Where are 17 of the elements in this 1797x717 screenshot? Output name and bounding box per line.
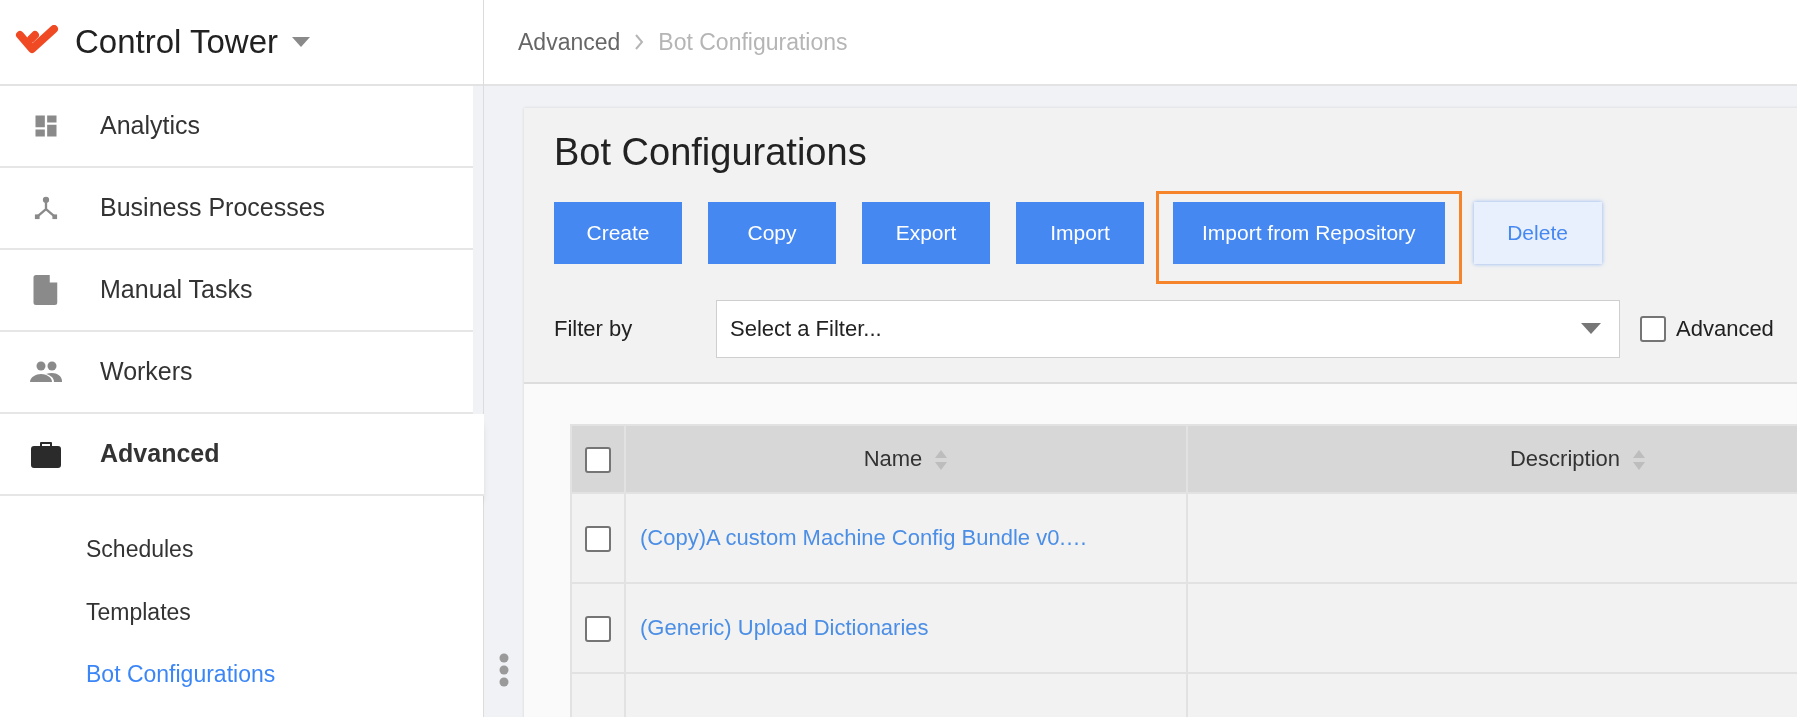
sidebar-item[interactable]: Advanced [0,414,484,496]
sidebar-item[interactable]: Manual Tasks [0,250,473,332]
sidebar-subitem[interactable]: Schedules [0,518,483,581]
advanced-label: Advanced [1676,315,1774,344]
sidebar-subitem[interactable]: Templates [0,580,483,643]
breadcrumb-item[interactable]: Advanced [518,24,621,60]
app-title: Control Tower [75,22,278,63]
sidebar-subitem[interactable]: Bot Configurations [0,643,483,706]
sidebar-item[interactable]: Workers [0,332,473,414]
column-header[interactable]: Name [625,424,1187,493]
sidebar-item[interactable]: Analytics [0,86,473,168]
filter-label: Filter by [554,315,634,344]
page-title: Bot Configurations [554,130,868,175]
column-header[interactable]: Description [1187,424,1797,493]
filter-dropdown[interactable]: Select a Filter... [716,299,1620,358]
breadcrumb-item: Bot Configurations [658,27,848,57]
sidebar-item[interactable]: Business Processes [0,168,473,250]
